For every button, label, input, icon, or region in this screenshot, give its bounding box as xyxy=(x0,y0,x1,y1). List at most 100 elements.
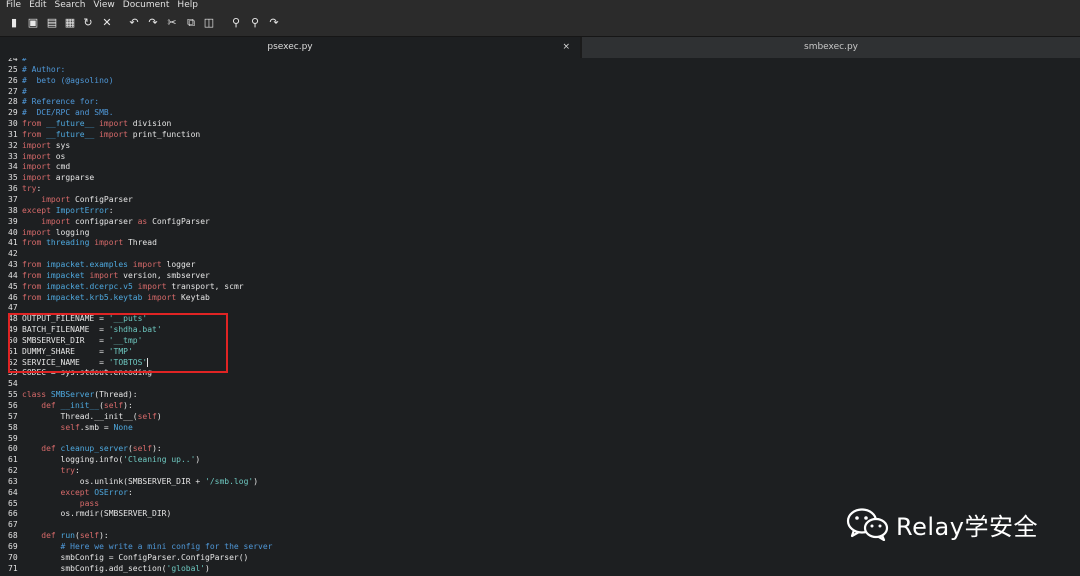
code-token: os.rmdir(SMBSERVER_DIR) xyxy=(22,509,172,519)
menu-item-document[interactable]: Document xyxy=(123,0,170,11)
code-token: # Author: xyxy=(22,64,66,74)
code-line[interactable]: 45 from impacket.dcerpc.v5 import transpo… xyxy=(8,282,272,293)
code-editor[interactable]: 24 #25 # Author: 26 # beto (@agsolino) 27 #28 #… xyxy=(0,58,1080,576)
menu-item-help[interactable]: Help xyxy=(177,0,198,11)
code-line[interactable]: 69 # Here we write a mini config for the… xyxy=(8,542,272,553)
code-line[interactable]: 62 try: xyxy=(8,466,272,477)
code-token: def xyxy=(41,444,61,454)
code-line[interactable]: 32 import sys xyxy=(8,141,272,152)
line-number: 32 xyxy=(8,140,18,150)
code-token: # xyxy=(22,58,27,63)
code-line[interactable]: 42 xyxy=(8,249,272,260)
tab-close-icon[interactable]: × xyxy=(562,37,570,58)
line-number: 25 xyxy=(8,64,18,74)
menu-item-search[interactable]: Search xyxy=(55,0,86,11)
code-line[interactable]: 40 import logging xyxy=(8,228,272,239)
save-all-icon[interactable]: ▦ xyxy=(64,17,76,29)
code-line[interactable]: 46 from impacket.krb5.keytab import Keyta… xyxy=(8,293,272,304)
code-line[interactable]: 24 # xyxy=(8,58,272,65)
code-token: smbConfig = ConfigParser.ConfigParser() xyxy=(22,552,249,562)
code-line[interactable]: 26 # beto (@agsolino) xyxy=(8,76,272,87)
tab-psexec[interactable]: psexec.py × xyxy=(0,37,580,58)
code-line[interactable]: 37 import ConfigParser xyxy=(8,195,272,206)
code-token: # DCE/RPC and SMB. xyxy=(22,108,114,118)
line-number: 43 xyxy=(8,260,18,270)
code-token: '/smb.log' xyxy=(205,476,254,486)
code-token: self xyxy=(79,531,100,541)
code-line[interactable]: 55 class SMBServer(Thread): xyxy=(8,390,272,401)
code-line[interactable]: 25 # Author: xyxy=(8,65,272,76)
code-line[interactable]: 28 # Reference for: xyxy=(8,97,272,108)
code-line[interactable]: 66 os.rmdir(SMBSERVER_DIR) xyxy=(8,509,272,520)
save-as-icon[interactable]: ▤ xyxy=(46,17,58,29)
code-token: from xyxy=(22,260,47,270)
code-line[interactable]: 54 xyxy=(8,379,272,390)
code-token: threading xyxy=(46,238,90,248)
code-token: import xyxy=(41,194,75,204)
cut-icon[interactable]: ✂ xyxy=(166,17,178,29)
code-line[interactable]: 36 try: xyxy=(8,184,272,195)
menu-item-view[interactable]: View xyxy=(93,0,114,11)
code-line[interactable]: 67 xyxy=(8,520,272,531)
code-line[interactable]: 33 import os xyxy=(8,152,272,163)
watermark-text: Relay学安全 xyxy=(896,512,1038,541)
code-token: ConfigParser xyxy=(74,194,133,204)
code-line[interactable]: 60 def cleanup_server(self): xyxy=(8,444,272,455)
replace-icon[interactable]: ⚲ xyxy=(249,17,261,29)
code-token: __init__ xyxy=(60,401,100,410)
code-token: import xyxy=(22,227,56,237)
code-line[interactable]: 57 Thread.__init__(self) xyxy=(8,412,272,423)
code-line[interactable]: 38 except ImportError: xyxy=(8,206,272,217)
jump-icon[interactable]: ↷ xyxy=(268,17,280,29)
code-line[interactable]: 68 def run(self): xyxy=(8,531,272,542)
code-line[interactable]: 59 xyxy=(8,434,272,445)
line-number: 58 xyxy=(8,422,18,432)
menu-item-file[interactable]: File xyxy=(6,0,21,11)
code-token: def xyxy=(41,531,61,541)
code-line[interactable]: 39 import configparser as ConfigParser xyxy=(8,217,272,228)
code-line[interactable]: 30 from __future__ import division xyxy=(8,119,272,130)
code-token: from xyxy=(22,119,47,129)
code-token: impacket.krb5.keytab xyxy=(46,292,143,302)
tab-smbexec[interactable]: smbexec.py xyxy=(582,37,1080,58)
copy-icon[interactable]: ⧉ xyxy=(185,17,197,29)
code-line[interactable]: 71 smbConfig.add_section('global') xyxy=(8,564,272,575)
menu-item-edit[interactable]: Edit xyxy=(29,0,46,11)
code-line[interactable]: 61 logging.info('Cleaning up..') xyxy=(8,455,272,466)
save-icon[interactable]: ▣ xyxy=(27,17,39,29)
line-number: 24 xyxy=(8,58,18,63)
code-line[interactable]: 56 def __init__(self): xyxy=(8,401,272,412)
code-line[interactable]: 34 import cmd xyxy=(8,162,272,173)
code-line[interactable]: 58 self.smb = None xyxy=(8,423,272,434)
code-line[interactable]: 27 # xyxy=(8,87,272,98)
reload-icon[interactable]: ↻ xyxy=(82,17,94,29)
wechat-icon xyxy=(846,508,889,541)
code-token: except xyxy=(22,205,56,215)
new-file-icon[interactable]: ▮ xyxy=(8,17,20,29)
code-line[interactable]: 35 import argparse xyxy=(8,173,272,184)
code-token: os.unlink(SMBSERVER_DIR + xyxy=(22,476,206,486)
code-line[interactable]: 43 from impacket.examples import logger xyxy=(8,260,272,271)
code-token: # Reference for: xyxy=(22,97,100,107)
code-line[interactable]: 44 from impacket import version, smbserve… xyxy=(8,271,272,282)
code-token: __future__ xyxy=(46,119,95,129)
code-token: impacket.dcerpc.v5 xyxy=(46,281,133,291)
code-line[interactable]: 70 smbConfig = ConfigParser.ConfigParser… xyxy=(8,553,272,564)
code-line[interactable]: 65 pass xyxy=(8,499,272,510)
code-token: except xyxy=(60,487,95,497)
code-token: import xyxy=(89,238,128,248)
undo-icon[interactable]: ↶ xyxy=(128,17,140,29)
close-icon[interactable]: ✕ xyxy=(101,17,113,29)
redo-icon[interactable]: ↷ xyxy=(147,17,159,29)
code-token: import xyxy=(94,119,133,129)
code-line[interactable]: 31 from __future__ import print_function xyxy=(8,130,272,141)
code-line[interactable]: 41 from threading import Thread xyxy=(8,238,272,249)
code-line[interactable]: 29 # DCE/RPC and SMB. xyxy=(8,108,272,119)
code-line[interactable]: 64 except OSError: xyxy=(8,488,272,499)
code-line[interactable]: 63 os.unlink(SMBSERVER_DIR + '/smb.log') xyxy=(8,477,272,488)
search-icon[interactable]: ⚲ xyxy=(230,17,242,29)
paste-icon[interactable]: ◫ xyxy=(203,17,215,29)
